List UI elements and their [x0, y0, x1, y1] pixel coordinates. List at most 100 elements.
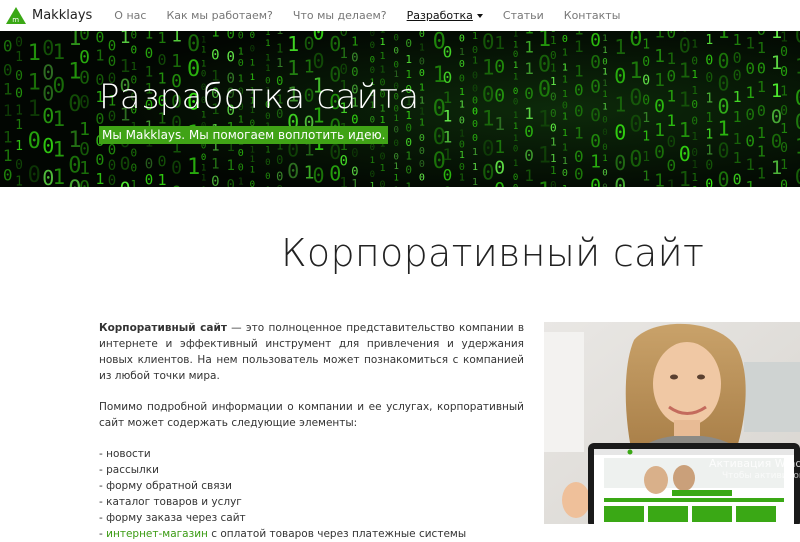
matrix-glyph: 1 — [691, 158, 698, 171]
matrix-glyph: 1 — [405, 31, 412, 33]
matrix-glyph: 0 — [95, 31, 104, 47]
matrix-glyph: 0 — [513, 87, 518, 97]
matrix-glyph: 0 — [524, 84, 534, 103]
matrix-glyph: 0 — [745, 105, 755, 124]
matrix-glyph: 1 — [602, 154, 607, 164]
matrix-glyph: 0 — [733, 49, 742, 67]
matrix-glyph: 0 — [459, 59, 465, 70]
matrix-glyph: 0 — [53, 31, 66, 35]
nav-item-what-we-do[interactable]: Что мы делаем? — [293, 9, 387, 22]
brand-link[interactable]: m Makklays — [6, 7, 92, 24]
matrix-glyph: 0 — [394, 139, 399, 149]
matrix-glyph: 0 — [276, 170, 283, 184]
matrix-glyph: 1 — [380, 65, 386, 76]
matrix-glyph: 1 — [145, 31, 153, 43]
matrix-glyph: 0 — [482, 31, 495, 54]
matrix-glyph: 0 — [158, 152, 167, 170]
matrix-glyph: 1 — [370, 182, 375, 187]
matrix-glyph: 0 — [394, 125, 399, 135]
matrix-glyph: 0 — [370, 55, 375, 65]
matrix-glyph: 1 — [733, 130, 742, 148]
matrix-glyph: 0 — [590, 105, 601, 126]
matrix-glyph: 1 — [3, 127, 13, 146]
matrix-glyph: 0 — [718, 168, 730, 187]
matrix-glyph: 1 — [211, 31, 219, 41]
matrix-glyph: 0 — [131, 44, 138, 57]
matrix-glyph: 1 — [265, 64, 270, 74]
matrix-glyph: 0 — [667, 31, 677, 42]
matrix-glyph: 0 — [313, 31, 325, 45]
nav-item-contacts[interactable]: Контакты — [564, 9, 621, 22]
matrix-glyph: 1 — [705, 91, 713, 106]
matrix-glyph: 0 — [340, 154, 348, 170]
matrix-glyph: 0 — [705, 177, 713, 187]
matrix-glyph: 0 — [795, 86, 800, 110]
matrix-glyph: 0 — [108, 39, 116, 55]
matrix-glyph: 1 — [238, 177, 244, 187]
matrix-glyph: 0 — [562, 31, 568, 33]
matrix-glyph: 1 — [419, 107, 425, 118]
matrix-glyph: 1 — [524, 38, 534, 57]
matrix-glyph: 0 — [79, 31, 90, 44]
matrix-glyph: 0 — [340, 62, 348, 78]
woman-with-tablet-photo — [544, 322, 800, 524]
matrix-glyph: 0 — [472, 70, 478, 81]
hero-banner: 0001111000101001110101110000000000101111… — [0, 31, 800, 187]
matrix-glyph: 0 — [380, 180, 386, 187]
matrix-glyph: 1 — [158, 171, 167, 187]
matrix-glyph: 0 — [513, 97, 518, 107]
matrix-glyph: 1 — [667, 176, 677, 187]
matrix-glyph: 1 — [574, 37, 584, 56]
matrix-glyph: 1 — [562, 184, 568, 187]
online-store-link[interactable]: интернет-магазин — [106, 528, 208, 540]
matrix-glyph: 0 — [419, 172, 425, 183]
matrix-glyph: 1 — [602, 102, 607, 112]
matrix-glyph: 1 — [513, 111, 518, 121]
matrix-glyph: 1 — [443, 31, 453, 35]
matrix-glyph: 0 — [79, 92, 90, 113]
brand-name: Makklays — [32, 8, 92, 23]
matrix-glyph: 1 — [201, 46, 206, 56]
windows-activation-watermark: Активация Windows — [709, 457, 800, 470]
matrix-glyph: 1 — [201, 163, 206, 173]
matrix-glyph: 0 — [187, 32, 200, 57]
matrix-glyph: 0 — [443, 165, 453, 184]
nav-item-development-dropdown[interactable]: Разработка — [407, 9, 483, 22]
matrix-glyph: 1 — [550, 135, 557, 148]
brand-logo-icon: m — [6, 7, 26, 24]
matrix-glyph: 1 — [780, 158, 788, 173]
intro-paragraph: Корпоративный сайт — это полноценное пре… — [99, 320, 524, 384]
matrix-glyph: 0 — [705, 158, 713, 173]
nav-item-about[interactable]: О нас — [114, 9, 146, 22]
matrix-glyph: 0 — [419, 31, 425, 40]
matrix-glyph: 0 — [733, 67, 742, 85]
matrix-glyph: 0 — [443, 183, 453, 187]
matrix-glyph: 0 — [642, 55, 650, 70]
matrix-glyph: 0 — [654, 142, 665, 163]
matrix-glyph: 1 — [340, 46, 348, 62]
matrix-glyph: 0 — [79, 177, 90, 187]
matrix-glyph: 1 — [419, 96, 425, 107]
matrix-glyph: 1 — [691, 31, 698, 34]
nav-item-how-we-work[interactable]: Как мы работаем? — [166, 9, 272, 22]
matrix-glyph: 0 — [602, 58, 607, 68]
matrix-glyph: 0 — [459, 139, 465, 150]
matrix-glyph: 1 — [524, 31, 534, 38]
matrix-glyph: 1 — [53, 165, 66, 187]
matrix-glyph: 1 — [691, 130, 698, 143]
matrix-glyph: 1 — [120, 56, 131, 77]
matrix-glyph: 0 — [679, 34, 691, 58]
matrix-glyph: 1 — [419, 82, 425, 93]
nav-item-articles[interactable]: Статьи — [503, 9, 544, 22]
matrix-glyph: 0 — [211, 174, 219, 187]
matrix-glyph: 1 — [590, 152, 601, 173]
matrix-glyph: 0 — [201, 186, 206, 187]
matrix-glyph: 0 — [667, 156, 677, 175]
matrix-glyph: 1 — [513, 159, 518, 169]
matrix-glyph: 1 — [614, 92, 626, 116]
list-item: - форму обратной связи — [99, 478, 524, 494]
matrix-glyph: 0 — [780, 141, 788, 156]
matrix-glyph: 0 — [405, 136, 412, 149]
matrix-glyph: 0 — [705, 54, 713, 69]
matrix-glyph: 1 — [394, 186, 399, 187]
